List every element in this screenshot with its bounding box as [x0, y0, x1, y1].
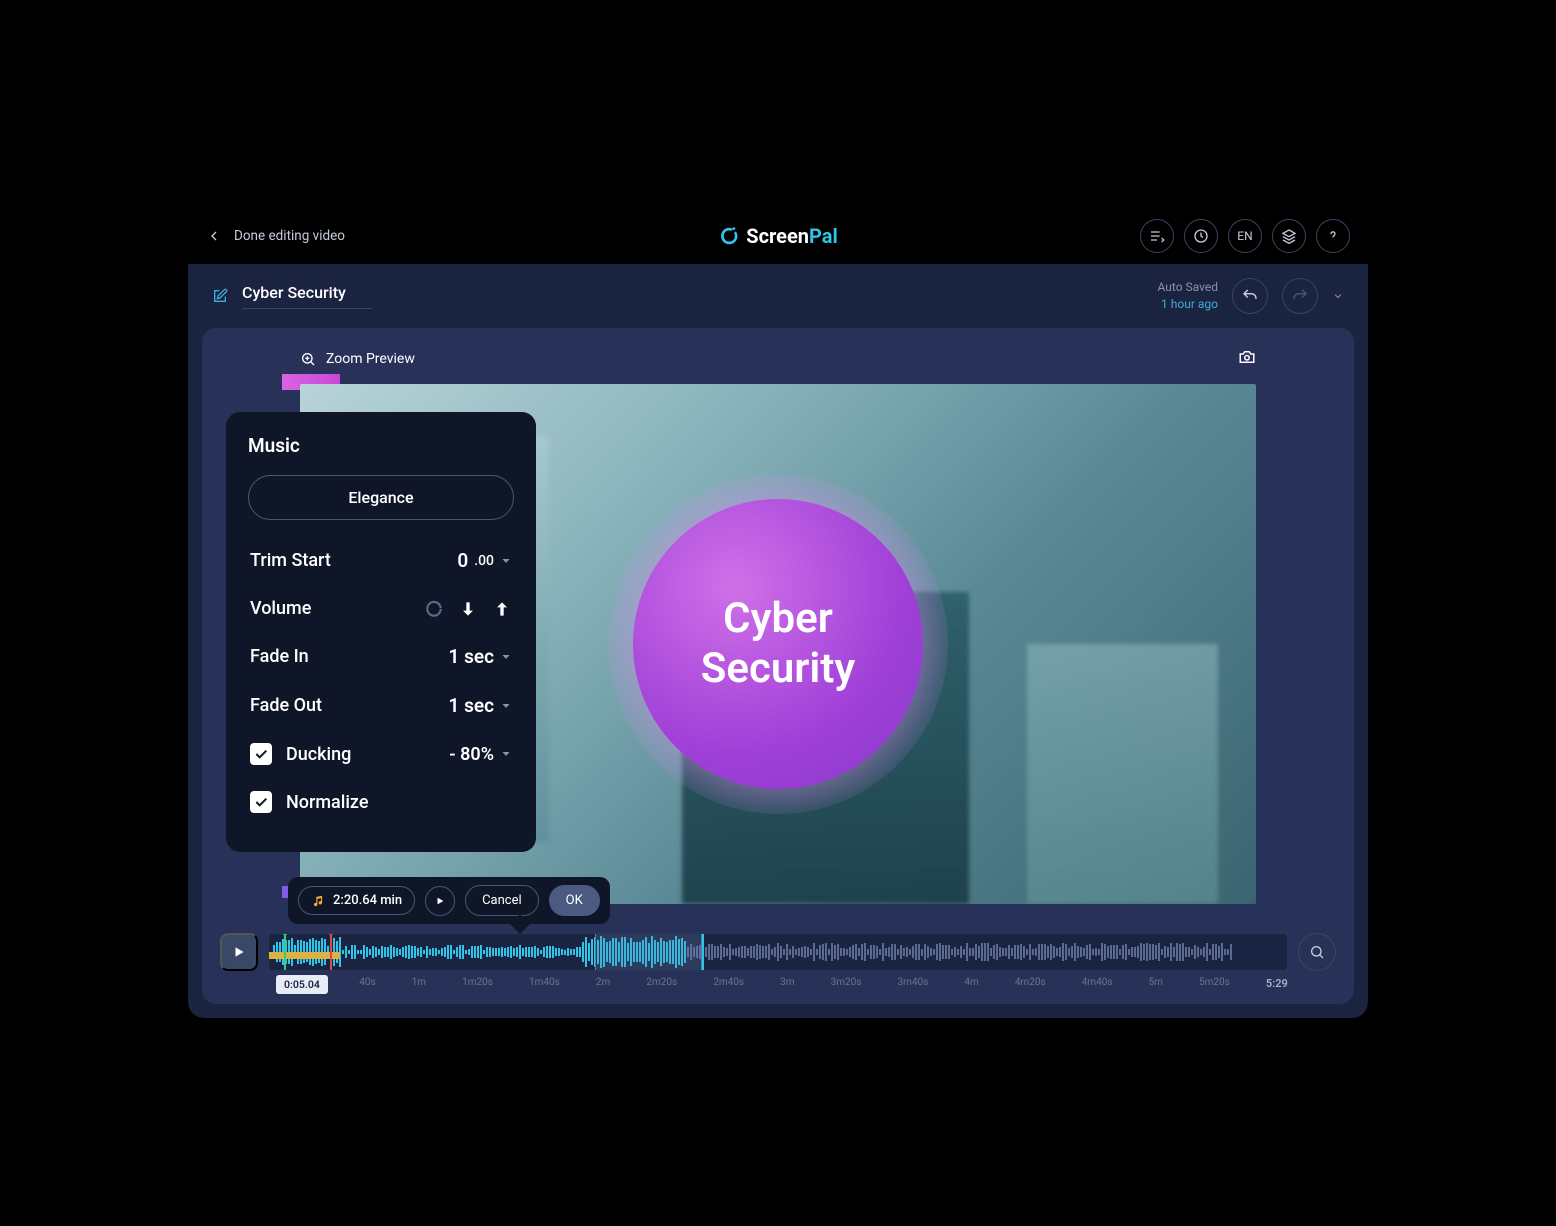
top-actions: EN — [1140, 219, 1350, 253]
autosave-text: Auto Saved 1 hour ago — [1158, 279, 1218, 313]
edit-icon[interactable] — [212, 288, 228, 304]
check-icon — [253, 794, 269, 810]
volume-down-icon[interactable] — [458, 599, 478, 619]
end-time: 5:29 — [1266, 977, 1288, 990]
ducking-value[interactable]: - 80% — [449, 744, 512, 765]
selection-range[interactable] — [595, 934, 702, 970]
volume-reset-icon[interactable] — [424, 599, 444, 619]
autosave-group: Auto Saved 1 hour ago — [1158, 278, 1344, 314]
fade-out-value[interactable]: 1 sec — [449, 694, 512, 717]
ruler-tick: 40s — [359, 977, 375, 990]
ducking-checkbox[interactable] — [250, 743, 272, 765]
marker-red[interactable] — [330, 933, 332, 970]
play-icon — [435, 896, 445, 906]
trim-start-value[interactable]: 0.00 — [457, 549, 512, 572]
music-note-icon — [311, 894, 325, 908]
ruler-tick: 1m40s — [529, 977, 560, 990]
preview-play-button[interactable] — [425, 886, 455, 916]
check-icon — [253, 746, 269, 762]
dropdown-icon — [500, 700, 512, 712]
fade-in-value[interactable]: 1 sec — [449, 645, 512, 668]
timeline-search-button[interactable] — [1298, 933, 1336, 971]
ruler-tick: 4m — [964, 977, 978, 990]
topbar: Done editing video ScreenPal EN — [188, 208, 1368, 264]
volume-row: Volume — [248, 585, 514, 632]
ruler-tick: 2m40s — [713, 977, 744, 990]
ruler-tick: 3m40s — [897, 977, 928, 990]
timeline-play-button[interactable] — [220, 933, 258, 971]
history-menu-toggle[interactable] — [1332, 290, 1344, 302]
volume-up-icon[interactable] — [492, 599, 512, 619]
question-icon — [1325, 228, 1341, 244]
ducking-row: Ducking - 80% — [248, 730, 514, 778]
redo-icon — [1291, 287, 1309, 305]
ruler-tick: 3m20s — [831, 977, 862, 990]
brand-mark-icon — [718, 225, 740, 247]
search-icon — [1309, 944, 1325, 960]
layers-button[interactable] — [1272, 219, 1306, 253]
app-window: Done editing video ScreenPal EN Cyber Se… — [188, 208, 1368, 1018]
music-duration-chip[interactable]: 2:20.64 min — [298, 886, 415, 915]
ruler-tick: 3m — [780, 977, 794, 990]
ruler-tick: 2m — [596, 977, 610, 990]
playhead[interactable] — [702, 933, 704, 970]
clock-icon — [1193, 228, 1209, 244]
preview-header: Zoom Preview — [220, 344, 1336, 384]
history-button[interactable] — [1184, 219, 1218, 253]
language-button[interactable]: EN — [1228, 219, 1262, 253]
snapshot-button[interactable] — [1238, 348, 1256, 370]
music-panel: Music Elegance Trim Start 0.00 Volume Fa… — [226, 412, 536, 852]
zoom-preview-label[interactable]: Zoom Preview — [326, 351, 415, 367]
titlebar: Cyber Security Auto Saved 1 hour ago — [188, 264, 1368, 328]
ruler-tick: 1m — [412, 977, 426, 990]
dropdown-icon — [500, 748, 512, 760]
ruler-tick: 5m — [1149, 977, 1163, 990]
undo-button[interactable] — [1232, 278, 1268, 314]
title-text: Cyber Security — [701, 594, 856, 695]
timeline: 0:05.04 . 20s40s1m1m20s1m40s2m2m20s2m40s… — [202, 933, 1354, 990]
music-panel-title: Music — [248, 434, 514, 457]
normalize-row: Normalize — [248, 778, 514, 826]
playlist-icon — [1149, 228, 1165, 244]
music-action-bar: 2:20.64 min Cancel OK — [288, 877, 610, 924]
ruler-tick: 5m20s — [1199, 977, 1230, 990]
back-button[interactable]: Done editing video — [206, 228, 345, 244]
time-ruler: 0:05.04 . 20s40s1m1m20s1m40s2m2m20s2m40s… — [268, 977, 1288, 990]
ruler-tick: 4m20s — [1015, 977, 1046, 990]
brand-logo: ScreenPal — [718, 224, 837, 248]
redo-button[interactable] — [1282, 278, 1318, 314]
waveform-track[interactable] — [268, 933, 1288, 971]
back-arrow-icon — [206, 228, 222, 244]
project-title[interactable]: Cyber Security — [242, 283, 372, 309]
track-select-button[interactable]: Elegance — [248, 475, 514, 520]
back-label: Done editing video — [234, 228, 345, 244]
dropdown-icon — [500, 651, 512, 663]
help-button[interactable] — [1316, 219, 1350, 253]
ok-button[interactable]: OK — [549, 885, 600, 916]
autosave-time: 1 hour ago — [1158, 296, 1218, 313]
playlist-button[interactable] — [1140, 219, 1174, 253]
play-icon — [232, 945, 246, 959]
title-circle: Cyber Security — [633, 499, 923, 789]
dropdown-icon — [500, 555, 512, 567]
bg-element — [1027, 644, 1218, 904]
fade-in-row: Fade In 1 sec — [248, 632, 514, 681]
camera-icon — [1238, 348, 1256, 366]
normalize-checkbox[interactable] — [250, 791, 272, 813]
marker-green[interactable] — [284, 933, 286, 970]
current-time-badge: 0:05.04 — [276, 975, 328, 994]
layers-icon — [1281, 228, 1297, 244]
ruler-tick: 4m40s — [1082, 977, 1113, 990]
trim-start-row: Trim Start 0.00 — [248, 536, 514, 585]
ruler-tick: 2m20s — [646, 977, 677, 990]
zoom-preview-icon[interactable] — [300, 351, 316, 367]
cancel-button[interactable]: Cancel — [465, 885, 539, 916]
fade-out-row: Fade Out 1 sec — [248, 681, 514, 730]
ruler-tick: 1m20s — [462, 977, 493, 990]
undo-icon — [1241, 287, 1259, 305]
autosave-label: Auto Saved — [1158, 279, 1218, 296]
